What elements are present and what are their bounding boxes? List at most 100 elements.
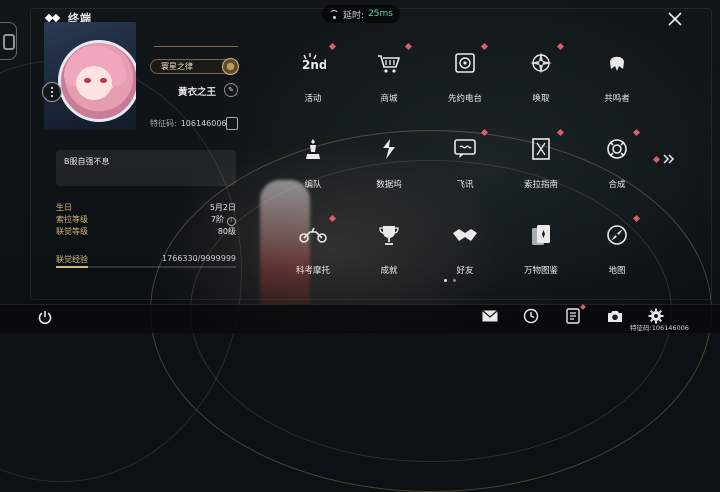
mail-button[interactable]: [480, 306, 500, 326]
signature-box[interactable]: B服自强不息: [56, 150, 236, 186]
svg-text:2nd: 2nd: [302, 58, 326, 72]
pencil-icon: ✎: [228, 86, 234, 94]
rank-badge-icon: [222, 58, 239, 75]
stat-value: 80级: [217, 227, 236, 236]
exp-value: 1766330/9999999: [162, 254, 236, 263]
uid-label: 特征码:: [150, 119, 177, 128]
avatar-portrait[interactable]: [44, 22, 136, 130]
wifi-icon: [329, 10, 340, 19]
uid-value: 106146006: [180, 119, 227, 128]
player-nickname: 黄衣之王: [178, 87, 217, 98]
resonator-icon: [602, 48, 632, 78]
shop-cart-icon: [374, 48, 404, 78]
exp-progress-bar: [56, 266, 236, 268]
motorbike-icon: [298, 220, 328, 250]
menu-item[interactable]: 好友: [428, 212, 502, 286]
stat-row: 索拉等级 7阶 i: [56, 214, 240, 226]
menu-item-label: 好友: [456, 266, 474, 276]
menu-item[interactable]: 科考摩托: [276, 212, 350, 286]
guide-book-icon: [526, 134, 556, 164]
stat-row: 生日 5月2日: [56, 202, 240, 214]
page-dot[interactable]: [453, 279, 456, 282]
side-handle[interactable]: [0, 22, 17, 60]
divider: [154, 46, 238, 47]
page-dot[interactable]: [444, 279, 447, 282]
radio-icon: [450, 48, 480, 78]
stat-label: 联觉等级: [56, 227, 88, 236]
menu-item-label: 合成: [608, 180, 626, 190]
avatar-eye: [100, 78, 107, 83]
notes-button[interactable]: [563, 304, 586, 326]
menu-item[interactable]: 数据坞: [352, 126, 426, 200]
more-options-button[interactable]: [42, 82, 62, 102]
exp-label: 联觉经验: [56, 255, 88, 264]
uid-row: 特征码: 106146006: [150, 118, 227, 129]
latency-indicator: 延时: 25ms: [322, 5, 400, 23]
menu-item-label: 地图: [608, 266, 626, 276]
menu-item-label: 活动: [304, 94, 322, 104]
clock-icon: [523, 308, 539, 324]
menu-item-label: 唤取: [532, 94, 550, 104]
badge-dot: [632, 214, 641, 223]
menu-item[interactable]: 共鸣者: [580, 40, 654, 114]
menu-item-label: 数据坞: [376, 180, 402, 190]
exp-row: 联觉经验 1766330/9999999: [56, 254, 240, 265]
badge-dot: [328, 214, 337, 223]
trophy-icon: [374, 220, 404, 250]
menu-item-label: 共鸣者: [604, 94, 630, 104]
menu-item[interactable]: 先约电台: [428, 40, 502, 114]
camera-icon: [608, 311, 622, 322]
close-button[interactable]: [662, 8, 688, 30]
menu-item[interactable]: 合成: [580, 126, 654, 200]
message-icon: [450, 134, 480, 164]
stat-value: 7阶 i: [211, 214, 236, 226]
clock-button[interactable]: [521, 306, 541, 326]
data-dock-icon: [374, 134, 404, 164]
map-compass-icon: [602, 220, 632, 250]
signature-text: B服自强不息: [64, 157, 110, 166]
menu-item[interactable]: 成就: [352, 212, 426, 286]
chess-formation-icon: [298, 134, 328, 164]
menu-item-label: 成就: [380, 266, 398, 276]
menu-item[interactable]: 商城: [352, 40, 426, 114]
exp-progress-fill: [56, 266, 88, 268]
power-button[interactable]: [34, 306, 56, 328]
menu-item-label: 编队: [304, 180, 322, 190]
menu-item-label: 万物图鉴: [523, 266, 558, 276]
menu-item[interactable]: 编队: [276, 126, 350, 200]
menu-item-label: 索拉指南: [523, 180, 558, 190]
menu-item[interactable]: 唤取: [504, 40, 578, 114]
menu-item[interactable]: 地图: [580, 212, 654, 286]
menu-item-label: 先约电台: [447, 94, 482, 104]
latency-label: 延时:: [343, 10, 365, 21]
avatar-eye: [84, 78, 91, 83]
close-x-icon: [668, 12, 682, 26]
latency-value: 25ms: [368, 9, 393, 19]
footer-uid: 特征码:106146006: [630, 324, 689, 332]
event-2nd-anniv-icon: 2nd: [298, 48, 328, 78]
menu-item[interactable]: 索拉指南: [504, 126, 578, 200]
handshake-icon: [450, 220, 480, 250]
badge-dot: [480, 128, 489, 137]
synthesis-icon: [602, 134, 632, 164]
stat-label: 索拉等级: [56, 215, 88, 224]
page-indicator: [444, 279, 456, 282]
menu-item[interactable]: 2nd 活动: [276, 40, 350, 114]
double-chevron-right-icon: [663, 154, 675, 164]
stat-row: 联觉等级 80级: [56, 226, 240, 238]
menu-item-label: 科考摩托: [295, 266, 330, 276]
badge-dot: [556, 128, 565, 137]
badge-dot: [652, 155, 661, 163]
info-icon[interactable]: i: [227, 217, 236, 226]
notes-icon: [566, 308, 580, 324]
badge-dot: [328, 42, 337, 51]
badge-dot: [556, 42, 565, 51]
copy-uid-icon[interactable]: [226, 117, 238, 130]
menu-item[interactable]: 万物图鉴: [504, 212, 578, 286]
menu-item[interactable]: 飞讯: [428, 126, 502, 200]
camera-button[interactable]: [605, 306, 625, 326]
more-dots-icon: [51, 86, 53, 98]
summon-compass-icon: [526, 48, 556, 78]
edit-name-button[interactable]: ✎: [224, 83, 238, 97]
next-page-button[interactable]: [652, 152, 676, 166]
